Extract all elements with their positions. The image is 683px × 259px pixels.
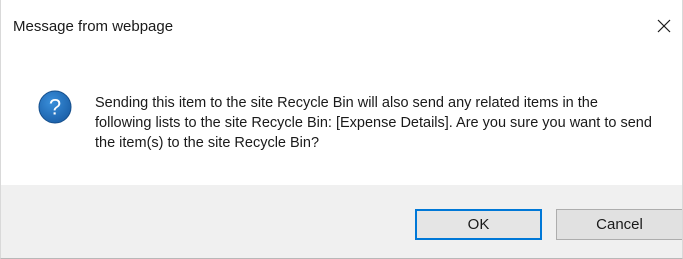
dialog-footer: OK Cancel [1,185,682,258]
dialog-titlebar: Message from webpage [1,0,682,60]
message-dialog: Message from webpage ? Sending this item… [0,0,683,259]
dialog-title: Message from webpage [13,18,174,35]
svg-text:?: ? [49,95,61,120]
close-icon [657,19,671,33]
dialog-content: ? Sending this item to the site Recycle … [1,60,682,185]
ok-button[interactable]: OK [415,209,542,240]
question-icon: ? [38,90,72,124]
close-button[interactable] [648,10,680,42]
cancel-button[interactable]: Cancel [556,209,682,240]
dialog-message: Sending this item to the site Recycle Bi… [95,95,652,151]
